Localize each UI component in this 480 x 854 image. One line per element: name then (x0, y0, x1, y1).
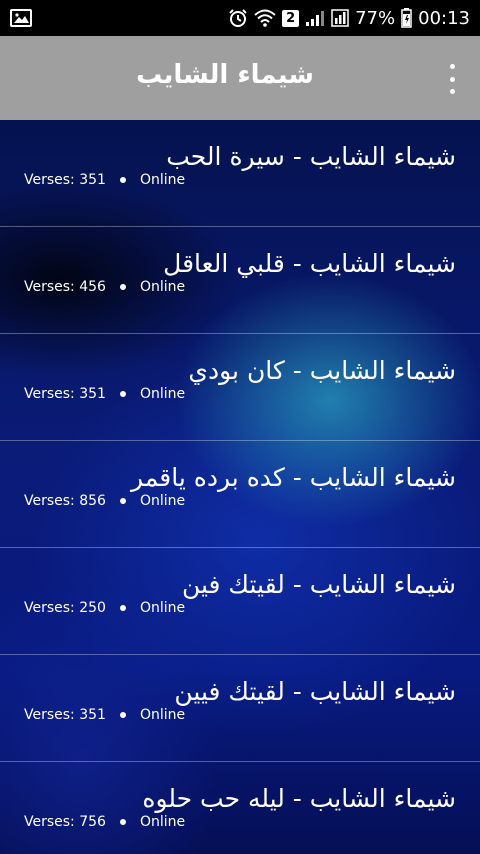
verses-count: Verses: 756 (24, 814, 106, 830)
status-text: Online (140, 707, 186, 723)
song-meta: Verses: 351 Online (24, 707, 185, 723)
song-title: شيماء الشايب - قلبي العاقل (163, 249, 456, 278)
song-title: شيماء الشايب - ليله حب حلوه (142, 784, 456, 813)
list-item[interactable]: شيماء الشايب - لقيتك فيين Verses: 351 On… (0, 655, 480, 762)
bullet-dot-icon (120, 177, 126, 183)
list-item[interactable]: شيماء الشايب - قلبي العاقل Verses: 456 O… (0, 227, 480, 334)
status-text: Online (140, 386, 186, 402)
list-item[interactable]: شيماء الشايب - سيرة الحب Verses: 351 Onl… (0, 120, 480, 227)
song-meta: Verses: 756 Online (24, 814, 185, 830)
song-meta: Verses: 351 Online (24, 386, 185, 402)
verses-count: Verses: 456 (24, 279, 106, 295)
bullet-dot-icon (120, 284, 126, 290)
wifi-icon (254, 9, 276, 27)
status-text: Online (140, 600, 186, 616)
song-list: شيماء الشايب - سيرة الحب Verses: 351 Onl… (0, 120, 480, 854)
bullet-dot-icon (120, 498, 126, 504)
overflow-menu-icon[interactable] (442, 64, 462, 94)
notification-badge: 2 (282, 9, 300, 27)
song-meta: Verses: 351 Online (24, 172, 185, 188)
bullet-dot-icon (120, 712, 126, 718)
list-item[interactable]: شيماء الشايب - كان بودي Verses: 351 Onli… (0, 334, 480, 441)
status-text: Online (140, 172, 186, 188)
song-title: شيماء الشايب - لقيتك فيين (174, 677, 456, 706)
status-text: Online (140, 493, 186, 509)
battery-icon (401, 8, 412, 28)
verses-count: Verses: 351 (24, 386, 106, 402)
song-meta: Verses: 456 Online (24, 279, 185, 295)
list-item[interactable]: شيماء الشايب - لقيتك فين Verses: 250 Onl… (0, 548, 480, 655)
bullet-dot-icon (120, 605, 126, 611)
signal-icon (305, 9, 325, 27)
status-text: Online (140, 814, 186, 830)
song-meta: Verses: 856 Online (24, 493, 185, 509)
list-item[interactable]: شيماء الشايب - ليله حب حلوه Verses: 756 … (0, 762, 480, 854)
song-title: شيماء الشايب - كده برده ياقمر (131, 463, 456, 492)
sim-icon (331, 9, 349, 27)
page-title: شيماء الشايب (136, 60, 314, 90)
song-meta: Verses: 250 Online (24, 600, 185, 616)
list-item[interactable]: شيماء الشايب - كده برده ياقمر Verses: 85… (0, 441, 480, 548)
verses-count: Verses: 856 (24, 493, 106, 509)
bullet-dot-icon (120, 819, 126, 825)
verses-count: Verses: 351 (24, 172, 106, 188)
clock-time: 00:13 (418, 7, 470, 29)
verses-count: Verses: 351 (24, 707, 106, 723)
status-text: Online (140, 279, 186, 295)
verses-count: Verses: 250 (24, 600, 106, 616)
app-toolbar: شيماء الشايب (0, 36, 480, 120)
status-bar: 2 77% 00:13 (0, 0, 480, 36)
bullet-dot-icon (120, 391, 126, 397)
song-title: شيماء الشايب - سيرة الحب (166, 142, 456, 171)
gallery-icon (10, 9, 32, 27)
song-title: شيماء الشايب - كان بودي (188, 356, 456, 385)
song-title: شيماء الشايب - لقيتك فين (181, 570, 456, 599)
alarm-icon (228, 8, 248, 28)
battery-percent: 77% (355, 7, 396, 29)
